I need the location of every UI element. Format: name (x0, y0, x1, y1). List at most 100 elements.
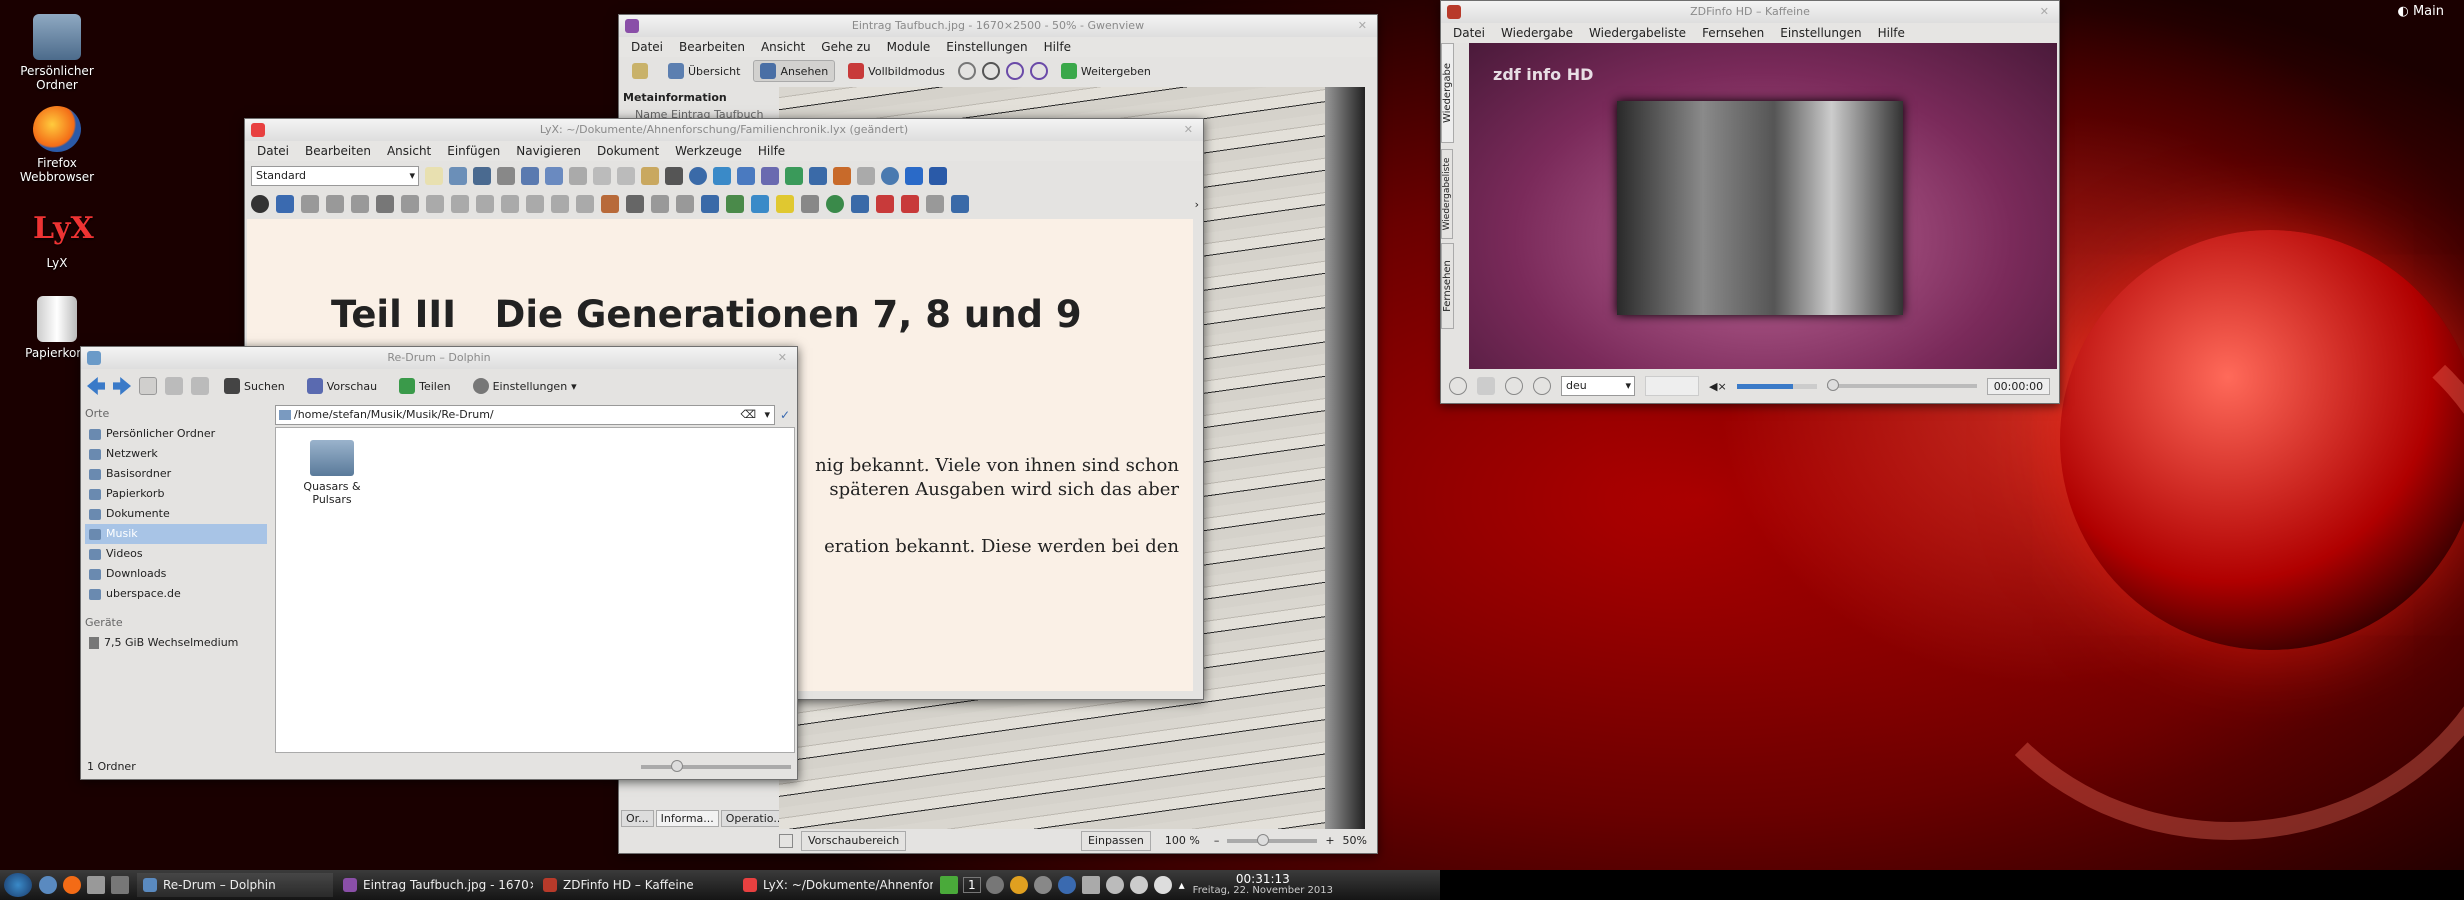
task-lyx[interactable]: LyX: ~/Dokumente/Ahnenforsch… (737, 873, 933, 897)
overview-button[interactable]: Übersicht (661, 60, 747, 82)
compact-view-icon[interactable] (165, 377, 183, 395)
details-view-icon[interactable] (191, 377, 209, 395)
paragraph-style-select[interactable]: Standard ▾ (251, 166, 419, 186)
menu-ansicht[interactable]: Ansicht (379, 144, 439, 158)
desktop-icon-firefox[interactable]: Firefox Webbrowser (2, 106, 112, 184)
marginal-note-icon[interactable] (726, 195, 744, 213)
confirm-path-icon[interactable]: ✓ (775, 408, 795, 422)
pager[interactable]: 1 (963, 877, 981, 893)
index-icon[interactable] (851, 195, 869, 213)
pause-icon[interactable] (1477, 377, 1495, 395)
sidebar-item-videos[interactable]: Videos (85, 544, 267, 564)
find-icon[interactable] (665, 167, 683, 185)
menu-datei[interactable]: Datei (249, 144, 297, 158)
audio-language-select[interactable]: deu ▾ (1561, 376, 1635, 396)
menu-module[interactable]: Module (879, 40, 939, 54)
volume-tray-icon[interactable] (1129, 876, 1148, 894)
include-icon[interactable] (951, 195, 969, 213)
math-icon[interactable] (809, 167, 827, 185)
video-area[interactable]: zdf info HD (1469, 43, 2057, 369)
power-tray-icon[interactable] (985, 876, 1004, 894)
task-dolphin[interactable]: Re-Drum – Dolphin (137, 873, 333, 897)
outline-icon[interactable] (401, 195, 419, 213)
tools-tray-icon[interactable] (1081, 876, 1100, 894)
copy-icon[interactable] (617, 167, 635, 185)
sidebar-item-musik[interactable]: Musik (85, 524, 267, 544)
forward-icon[interactable] (113, 377, 131, 395)
itemize-icon[interactable] (526, 195, 544, 213)
citation-icon[interactable] (751, 195, 769, 213)
tray-expand-icon[interactable]: ▴ (1179, 878, 1185, 892)
attachment-icon[interactable] (926, 195, 944, 213)
hp-tray-icon[interactable] (1057, 876, 1076, 894)
view-icon[interactable] (251, 195, 269, 213)
search-button[interactable]: Suchen (217, 375, 292, 397)
menu-hilfe[interactable]: Hilfe (750, 144, 793, 158)
activity-indicator[interactable]: ◐ Main (2397, 4, 2444, 19)
sidebar-item-papierkorb[interactable]: Papierkorb (85, 484, 267, 504)
close-icon[interactable]: ✕ (2040, 1, 2049, 23)
mute-icon[interactable]: ◀× (1709, 380, 1727, 393)
description-icon[interactable] (476, 195, 494, 213)
network-tray-icon[interactable] (1033, 876, 1052, 894)
url-icon[interactable] (826, 195, 844, 213)
sidebar-item-uberspace-de[interactable]: uberspace.de (85, 584, 267, 604)
sidebar-item-dokumente[interactable]: Dokumente (85, 504, 267, 524)
tab-wiedergabeliste[interactable]: Wiedergabeliste (1441, 149, 1453, 239)
reference-icon[interactable] (676, 195, 694, 213)
font-icon[interactable] (761, 167, 779, 185)
box-icon[interactable] (801, 195, 819, 213)
fullscreen-button[interactable]: Vollbildmodus (841, 60, 952, 82)
time-display[interactable]: 00:00:00 (1986, 377, 2051, 395)
menu-einstellungen[interactable]: Einstellungen (938, 40, 1035, 54)
seek-handle[interactable] (1826, 379, 1839, 391)
export-icon[interactable] (301, 195, 319, 213)
tab-fernsehen[interactable]: Fernsehen (1441, 243, 1454, 329)
text-style-icon[interactable] (737, 167, 755, 185)
cut-icon[interactable] (593, 167, 611, 185)
desktop-launcher-icon[interactable] (111, 876, 129, 894)
preview-button[interactable]: Vorschau (300, 375, 384, 397)
app-launcher-icon[interactable] (4, 873, 32, 897)
rotate-left-icon[interactable] (1005, 62, 1024, 80)
footnote-icon[interactable] (701, 195, 719, 213)
table-icon[interactable] (857, 167, 875, 185)
menu-wiedergabe[interactable]: Wiedergabe (1493, 26, 1581, 40)
previous-icon[interactable] (957, 62, 976, 80)
sidebar-item-basisordner[interactable]: Basisordner (85, 464, 267, 484)
rotate-right-icon[interactable] (1029, 62, 1048, 80)
label-icon[interactable] (651, 195, 669, 213)
print-icon[interactable] (497, 167, 515, 185)
path-input[interactable]: /home/stefan/Musik/Musik/Re-Drum/ ⌫ ▾ (275, 405, 775, 425)
back-icon[interactable] (87, 377, 105, 395)
menu-werkzeuge[interactable]: Werkzeuge (667, 144, 750, 158)
paste-icon[interactable] (641, 167, 659, 185)
view-button[interactable]: Ansehen (753, 60, 836, 82)
clear-icon[interactable]: ⌫ (740, 406, 756, 424)
next-icon[interactable] (981, 62, 1000, 80)
tex-icon[interactable] (876, 195, 894, 213)
stop-icon[interactable] (1505, 377, 1523, 395)
next-track-icon[interactable] (1533, 377, 1551, 395)
save-icon[interactable] (473, 167, 491, 185)
menu-fernsehen[interactable]: Fernsehen (1694, 26, 1772, 40)
change-tracking-icon[interactable] (785, 167, 803, 185)
master-update-icon[interactable] (351, 195, 369, 213)
previous-track-icon[interactable] (1449, 377, 1467, 395)
enumerate-icon[interactable] (501, 195, 519, 213)
new-document-icon[interactable] (425, 167, 443, 185)
ert-icon[interactable] (901, 195, 919, 213)
close-icon[interactable]: ✕ (1184, 119, 1193, 141)
tab-wiedergabe[interactable]: Wiedergabe (1441, 43, 1454, 143)
close-icon[interactable]: ✕ (778, 347, 787, 369)
settings-button[interactable]: Einstellungen ▾ (466, 375, 584, 397)
menu-einstellungen[interactable]: Einstellungen (1772, 26, 1869, 40)
search-icon[interactable] (689, 167, 707, 185)
menu-datei[interactable]: Datei (623, 40, 671, 54)
split-button[interactable]: Teilen (392, 375, 457, 397)
share-button[interactable]: Weitergeben (1054, 60, 1158, 82)
gwenview-titlebar[interactable]: Eintrag Taufbuch.jpg - 1670×2500 - 50% -… (619, 15, 1377, 37)
firefox-launcher-icon[interactable] (63, 876, 81, 894)
volume-slider[interactable] (1736, 383, 1817, 389)
zoom-slider[interactable] (1227, 834, 1318, 846)
